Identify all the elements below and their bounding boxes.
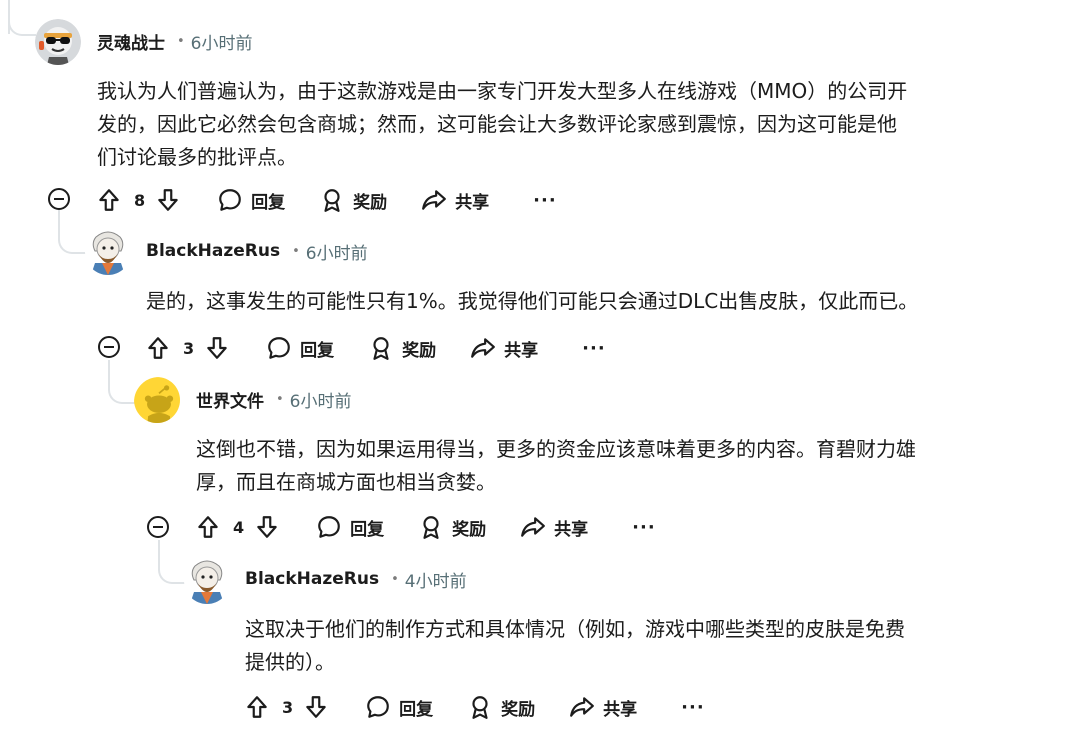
award-icon (423, 516, 439, 539)
comment-meta: BlackHazeRus • 4小时前 (245, 564, 467, 594)
reply-button[interactable]: 回复 (266, 335, 334, 361)
downvote-icon[interactable] (155, 187, 181, 213)
share-icon (422, 190, 447, 210)
comment-body-line: 这取决于他们的制作方式和具体情况（例如，游戏中哪些类型的皮肤是免费 (245, 617, 905, 641)
upvote-icon[interactable] (96, 187, 122, 213)
share-icon (471, 338, 496, 358)
downvote-icon[interactable] (204, 335, 230, 361)
collapse-thread-button[interactable] (147, 516, 169, 538)
speech-bubble-icon (268, 337, 290, 359)
comment-body: 这取决于他们的制作方式和具体情况（例如，游戏中哪些类型的皮肤是免费 提供的）。 (245, 613, 905, 679)
award-button[interactable]: 奖励 (467, 694, 535, 720)
comment-body: 我认为人们普遍认为，由于这款游戏是由一家专门开发大型多人在线游戏（MMO）的公司… (97, 75, 907, 174)
more-options-button[interactable]: ··· (533, 190, 557, 211)
separator-dot: • (276, 391, 284, 407)
vote-score: 8 (134, 190, 146, 210)
sunglasses-avatar-icon[interactable] (35, 19, 81, 65)
timestamp[interactable]: 4小时前 (405, 567, 467, 592)
comment-body: 是的，这事发生的可能性只有1%。我觉得他们可能只会通过DLC出售皮肤，仅此而已。 (146, 285, 918, 318)
upvote-icon[interactable] (195, 514, 221, 540)
thread-connector (108, 360, 136, 404)
reply-button[interactable]: 回复 (316, 514, 384, 540)
comment-body-line: 是的，这事发生的可能性只有1%。我觉得他们可能只会通过DLC出售皮肤，仅此而已。 (146, 289, 919, 313)
share-button[interactable]: 共享 (520, 514, 588, 540)
share-icon (570, 697, 595, 717)
award-label: 奖励 (353, 192, 388, 213)
share-label: 共享 (455, 192, 490, 213)
share-label: 共享 (603, 699, 638, 720)
speech-bubble-icon (219, 189, 241, 211)
comment-body-line: 厚，而且在商城方面也相当贪婪。 (196, 470, 496, 494)
comment-meta: BlackHazeRus • 6小时前 (146, 236, 368, 266)
vote-score: 3 (282, 697, 294, 717)
more-options-button[interactable]: ··· (632, 517, 656, 538)
share-button[interactable]: 共享 (470, 335, 538, 361)
timestamp[interactable]: 6小时前 (290, 387, 352, 412)
collapse-thread-button[interactable] (48, 188, 70, 210)
separator-dot: • (292, 243, 300, 259)
downvote-icon[interactable] (303, 694, 329, 720)
reply-button[interactable]: 回复 (365, 694, 433, 720)
comment-meta: 灵魂战士 • 6小时前 (97, 26, 253, 56)
username[interactable]: BlackHazeRus (245, 569, 379, 589)
vote-score: 3 (183, 338, 195, 358)
vote-group: 4 (195, 514, 280, 540)
default-snoo-avatar-icon[interactable] (134, 377, 180, 423)
username[interactable]: 灵魂战士 (97, 29, 165, 54)
share-label: 共享 (554, 519, 589, 540)
vote-group: 8 (96, 187, 181, 213)
comment-actions: 4 回复 奖励 共享 ··· (195, 510, 656, 544)
reply-label: 回复 (350, 519, 385, 540)
award-label: 奖励 (402, 340, 437, 361)
separator-dot: • (391, 571, 399, 587)
award-label: 奖励 (501, 699, 536, 720)
comment-body-line: 我认为人们普遍认为，由于这款游戏是由一家专门开发大型多人在线游戏（MMO）的公司… (97, 79, 908, 103)
comment-actions: 3 回复 奖励 共享 ··· (244, 690, 705, 724)
comment-meta: 世界文件 • 6小时前 (196, 384, 352, 414)
thread-connector (58, 210, 86, 254)
comment-actions: 3 回复 奖励 共享 ··· (145, 331, 606, 365)
reply-label: 回复 (251, 192, 286, 213)
speech-bubble-icon (318, 516, 340, 538)
collapse-thread-button[interactable] (98, 336, 120, 358)
timestamp[interactable]: 6小时前 (191, 29, 253, 54)
username[interactable]: 世界文件 (196, 387, 264, 412)
speech-bubble-icon (367, 696, 389, 718)
award-button[interactable]: 奖励 (368, 335, 436, 361)
share-button[interactable]: 共享 (421, 187, 489, 213)
comment-body-line: 发的，因此它必然会包含商城；然而，这可能会让大多数评论家感到震惊，因为这可能是他 (97, 112, 897, 136)
more-options-button[interactable]: ··· (681, 697, 705, 718)
comment-body-line: 这倒也不错，因为如果运用得当，更多的资金应该意味着更多的内容。育碧财力雄 (196, 437, 916, 461)
reply-label: 回复 (300, 340, 335, 361)
share-button[interactable]: 共享 (569, 694, 637, 720)
vote-score: 4 (233, 517, 245, 537)
comment-body-line: 提供的）。 (245, 650, 335, 674)
thread-connector (8, 0, 36, 36)
comment-body-line: 们讨论最多的批评点。 (97, 145, 297, 169)
more-options-button[interactable]: ··· (582, 338, 606, 359)
award-button[interactable]: 奖励 (418, 514, 486, 540)
thread-connector (158, 540, 186, 584)
share-icon (521, 517, 546, 537)
award-label: 奖励 (452, 519, 487, 540)
vote-group: 3 (244, 694, 329, 720)
comment-actions: 8 回复 奖励 共享 ··· (96, 183, 557, 217)
vote-group: 3 (145, 335, 230, 361)
award-icon (472, 696, 488, 719)
username[interactable]: BlackHazeRus (146, 241, 280, 261)
award-button[interactable]: 奖励 (319, 187, 387, 213)
separator-dot: • (177, 33, 185, 49)
share-label: 共享 (504, 340, 539, 361)
bearded-avatar-icon[interactable] (184, 558, 230, 604)
award-icon (324, 189, 340, 212)
comment-body: 这倒也不错，因为如果运用得当，更多的资金应该意味着更多的内容。育碧财力雄 厚，而… (196, 433, 916, 499)
reply-button[interactable]: 回复 (217, 187, 285, 213)
upvote-icon[interactable] (145, 335, 171, 361)
timestamp[interactable]: 6小时前 (306, 239, 368, 264)
award-icon (373, 337, 389, 360)
bearded-avatar-icon[interactable] (85, 229, 131, 275)
downvote-icon[interactable] (254, 514, 280, 540)
reply-label: 回复 (399, 699, 434, 720)
upvote-icon[interactable] (244, 694, 270, 720)
